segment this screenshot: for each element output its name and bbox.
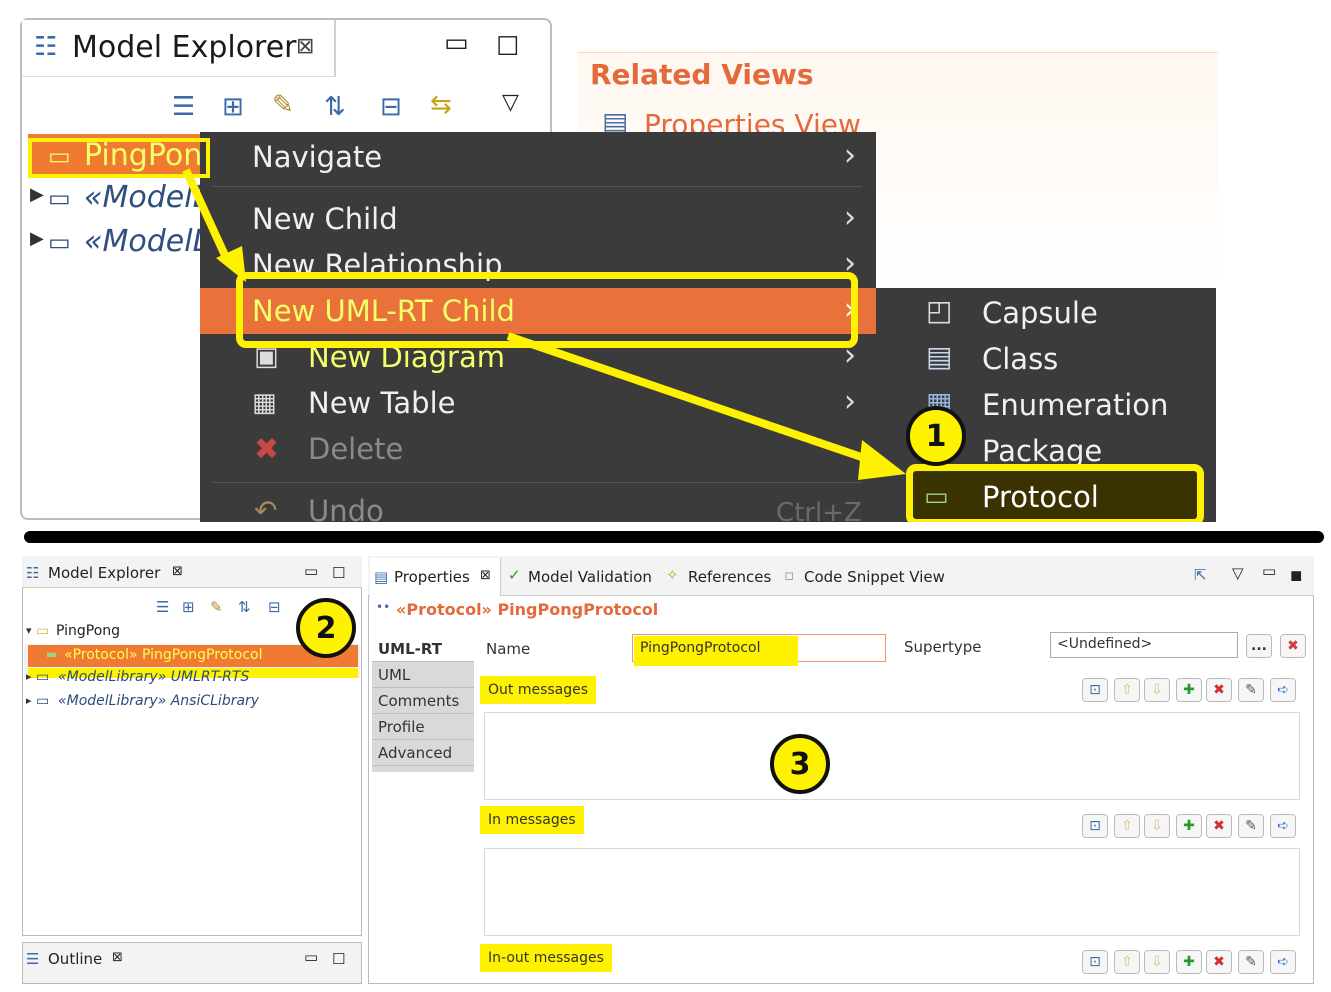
tab-properties[interactable]: Properties <box>394 568 470 586</box>
remove-icon[interactable]: ✖ <box>1206 814 1232 838</box>
inout-messages-label: In-out messages <box>480 944 612 972</box>
remove-icon[interactable]: ✖ <box>1206 678 1232 702</box>
edit-icon[interactable]: ✎ <box>1238 814 1264 838</box>
move-down-icon[interactable]: ⇩ <box>1144 678 1170 702</box>
check-icon: ✓ <box>508 566 521 584</box>
close-icon[interactable]: ⊠ <box>480 568 491 583</box>
arrow-to-protocol <box>506 332 878 466</box>
move-down-icon[interactable]: ⇩ <box>1144 814 1170 838</box>
browse-icon[interactable]: ⊡ <box>1082 950 1108 974</box>
supertype-label: Supertype <box>904 638 982 656</box>
section-tab-comments[interactable]: Comments <box>372 688 474 714</box>
out-messages-list[interactable] <box>484 712 1300 800</box>
maximize-icon[interactable]: ☐ <box>332 950 345 968</box>
navigate-icon[interactable]: ➪ <box>1270 814 1296 838</box>
navigate-icon[interactable]: ➪ <box>1270 678 1296 702</box>
out-messages-label: Out messages <box>480 676 597 704</box>
model-explorer-icon: ☷ <box>26 564 40 582</box>
tree-item-umlrt-rts[interactable]: «ModelLibrary» UMLRT-RTS <box>58 669 249 685</box>
tree-item-pingpong[interactable]: PingPong <box>56 623 120 639</box>
model-explorer-title[interactable]: Model Explorer <box>48 564 160 582</box>
supertype-value: <Undefined> <box>1057 636 1153 652</box>
snippet-icon: ▫ <box>784 566 795 584</box>
remove-icon[interactable]: ✖ <box>1206 950 1232 974</box>
protocol-icon: ▬ <box>46 647 58 661</box>
arrow-to-menu <box>182 168 232 264</box>
section-tab-umlrt[interactable]: UML-RT <box>372 636 474 662</box>
callout-badge-3: 3 <box>770 734 830 794</box>
browse-icon[interactable]: ⊡ <box>1082 814 1108 838</box>
section-divider <box>24 531 1324 543</box>
outline-icon: ☰ <box>26 950 40 968</box>
properties-section-tabs: UML-RT UML Comments Profile Advanced <box>372 636 474 772</box>
maximize-icon[interactable]: ☐ <box>332 564 345 582</box>
protocol-icon: •• <box>376 600 391 614</box>
close-icon[interactable]: ⊠ <box>172 564 183 579</box>
move-up-icon[interactable]: ⇧ <box>1114 814 1140 838</box>
navigate-icon[interactable]: ➪ <box>1270 950 1296 974</box>
arrow-head <box>858 440 906 480</box>
tree-item-protocol[interactable]: «Protocol» PingPongProtocol <box>64 647 262 663</box>
in-messages-list[interactable] <box>484 848 1300 936</box>
section-tab-profile[interactable]: Profile <box>372 714 474 740</box>
package-icon: ▭ <box>36 693 50 709</box>
close-icon[interactable]: ⊠ <box>112 950 123 965</box>
add-icon[interactable]: ✚ <box>1176 814 1202 838</box>
properties-title: «Protocol» PingPongProtocol <box>396 600 659 619</box>
move-down-icon[interactable]: ⇩ <box>1144 950 1170 974</box>
properties-icon: ▤ <box>374 568 389 586</box>
expand-arrow-icon[interactable]: ▸ <box>26 670 32 683</box>
maximize-icon[interactable]: ◼ <box>1290 566 1302 584</box>
add-icon[interactable]: ✚ <box>1176 950 1202 974</box>
collapse-all-icon[interactable]: ☰ <box>156 598 169 616</box>
move-up-icon[interactable]: ⇧ <box>1114 678 1140 702</box>
minimize-icon[interactable]: ▭ <box>304 948 318 966</box>
references-icon: ✧ <box>666 566 679 584</box>
supertype-clear-button[interactable]: ✖ <box>1280 634 1306 658</box>
callout-arrows <box>182 168 906 480</box>
tree-icon[interactable]: ⊞ <box>182 598 195 616</box>
minimize-icon[interactable]: ▭ <box>1262 562 1276 580</box>
zoomed-context-menu-screenshot: ☷ Model Explorer ⊠ ▭ ☐ ☰ ⊞ ✎ ⇅ ⊟ ⇆ ▽ ▭ P… <box>0 0 1331 522</box>
collapse-icon[interactable]: ⊟ <box>268 598 281 616</box>
tab-code-snippet-view[interactable]: Code Snippet View <box>804 568 945 586</box>
add-icon[interactable]: ✚ <box>1176 678 1202 702</box>
callout-badge-1: 1 <box>906 406 966 466</box>
package-icon: ▭ <box>36 623 50 639</box>
supertype-field[interactable]: <Undefined> <box>1050 632 1238 658</box>
in-messages-label: In messages <box>480 806 584 834</box>
section-tab-advanced[interactable]: Advanced <box>372 740 474 766</box>
supertype-browse-button[interactable]: ... <box>1246 634 1272 658</box>
edit-icon[interactable]: ✎ <box>1238 678 1264 702</box>
callout-badge-2: 2 <box>296 598 356 658</box>
browse-icon[interactable]: ⊡ <box>1082 678 1108 702</box>
tab-references[interactable]: References <box>688 568 771 586</box>
section-tab-uml[interactable]: UML <box>372 662 474 688</box>
name-label: Name <box>486 640 531 658</box>
package-icon: ▭ <box>36 669 50 685</box>
minimize-icon[interactable]: ▭ <box>304 562 318 580</box>
sort-az-icon[interactable]: ⇅ <box>238 598 251 616</box>
expand-arrow-icon[interactable]: ▸ <box>26 694 32 707</box>
expand-arrow-icon[interactable]: ▾ <box>26 624 32 637</box>
view-menu-icon[interactable]: ▽ <box>1232 564 1244 582</box>
filter-icon[interactable]: ✎ <box>210 598 223 616</box>
move-up-icon[interactable]: ⇧ <box>1114 950 1140 974</box>
outline-title[interactable]: Outline <box>48 950 102 968</box>
pin-icon[interactable]: ⇱ <box>1194 566 1207 584</box>
name-value: PingPongProtocol <box>640 640 761 656</box>
tab-model-validation[interactable]: Model Validation <box>528 568 652 586</box>
edit-icon[interactable]: ✎ <box>1238 950 1264 974</box>
tree-item-ansic-library[interactable]: «ModelLibrary» AnsiCLibrary <box>58 693 259 709</box>
